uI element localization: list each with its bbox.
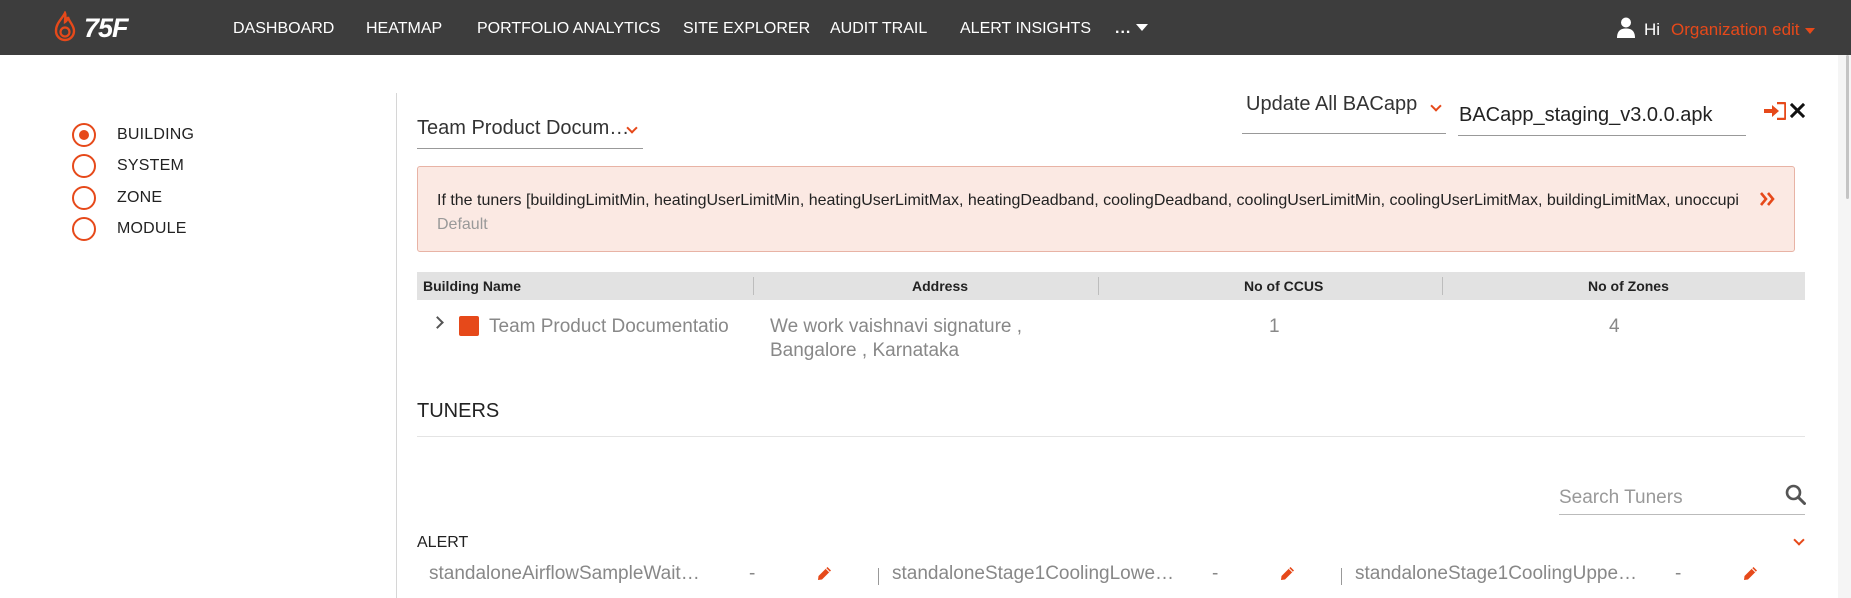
radio-label: MODULE [117,220,187,237]
caret-down-icon [1804,28,1815,34]
pencil-icon[interactable] [817,566,832,581]
column-header-building-name: Building Name [423,278,522,294]
column-header-ccus: No of CCUS [1244,278,1324,294]
panel-divider [396,93,397,598]
chevron-down-icon[interactable] [1793,534,1805,546]
page-scrollbar-thumb[interactable] [1846,55,1849,199]
radio-button[interactable] [72,123,96,147]
table-cell-building[interactable]: Team Product Documentatio [489,316,729,338]
nav-heatmap[interactable]: HEATMAP [366,0,442,55]
warning-text: If the tuners [buildingLimitMin, heating… [437,192,1739,209]
table-cell-address-line1: We work vaishnavi signature , [770,316,1023,337]
tuners-heading: TUNERS [417,400,500,422]
nav-dashboard[interactable]: DASHBOARD [233,0,334,55]
update-select-value: Update All BACapp [1246,93,1418,115]
nav-more-label: ... [1115,20,1132,37]
tuner-warning-banner: If the tuners [buildingLimitMin, heating… [417,166,1795,252]
top-nav-bar: 75F DASHBOARD HEATMAP PORTFOLIO ANALYTIC… [0,0,1851,55]
pencil-icon[interactable] [1280,566,1295,581]
radio-label: BUILDING [117,126,195,143]
radio-option-system[interactable]: SYSTEM [72,154,184,178]
radio-option-zone[interactable]: ZONE [72,186,162,210]
organization-name: Organization edit [1671,20,1800,39]
pencil-icon[interactable] [1743,566,1758,581]
tuner-item-name: standaloneAirflowSampleWait… [429,563,700,584]
tuner-item-value: - [749,563,756,584]
column-separator [1098,277,1099,295]
column-separator [753,277,754,295]
update-bacapp-select[interactable]: Update All BACapp [1242,88,1446,134]
radio-button[interactable] [72,186,96,210]
caret-down-icon [1136,24,1149,31]
tuner-separator [1341,568,1342,585]
radio-button[interactable] [72,217,96,241]
nav-portfolio-analytics[interactable]: PORTFOLIO ANALYTICS [477,0,660,55]
apk-file-input[interactable] [1458,96,1746,136]
site-select-value: Team Product Docum… [417,117,630,139]
logo-text: 75F [84,12,129,43]
logo-flame-icon [54,11,76,42]
warning-subtext: Default [437,216,488,233]
column-header-zones: No of Zones [1588,278,1669,294]
search-tuners-input[interactable] [1559,481,1805,515]
radio-button[interactable] [72,154,96,178]
tuner-item-value: - [1675,563,1682,584]
search-icon[interactable] [1785,484,1806,505]
tuner-item-name: standaloneStage1CoolingLowe… [892,563,1175,584]
building-table-header: Building Name Address No of CCUS No of Z… [417,272,1805,300]
user-icon[interactable] [1617,17,1635,38]
page-scrollbar[interactable] [1838,55,1851,598]
chevron-down-icon [1430,100,1442,112]
site-select[interactable]: Team Product Docum… [417,113,643,149]
section-divider [417,436,1805,437]
radio-option-building[interactable]: BUILDING [72,123,194,147]
chevron-right-icon[interactable] [431,316,444,329]
tuner-item-name: standaloneStage1CoolingUppe… [1355,563,1638,584]
column-separator [1442,277,1443,295]
column-header-address: Address [912,278,969,294]
tuner-group-alert[interactable]: ALERT [417,534,468,552]
table-cell-ccus: 1 [1269,316,1280,337]
organization-menu[interactable]: Organization edit [1671,0,1815,59]
nav-site-explorer[interactable]: SITE EXPLORER [683,0,810,55]
user-greeting: Hi [1644,20,1661,39]
radio-option-module[interactable]: MODULE [72,217,187,241]
close-icon[interactable] [1790,103,1805,118]
brand-logo[interactable]: 75F [50,10,129,46]
table-cell-address-line2: Bangalore , Karnataka [770,340,960,361]
tuner-separator [878,568,879,585]
tuner-item-value: - [1212,563,1219,584]
table-cell-zones: 4 [1609,316,1620,337]
sign-in-icon[interactable] [1764,102,1786,120]
double-chevron-right-icon[interactable] [1759,192,1776,206]
nav-more-menu[interactable]: ... [1115,0,1149,55]
radio-label: ZONE [117,189,163,206]
nav-audit-trail[interactable]: AUDIT TRAIL [830,0,927,55]
nav-alert-insights[interactable]: ALERT INSIGHTS [960,0,1091,55]
building-color-icon [459,316,479,336]
radio-label: SYSTEM [117,157,184,174]
